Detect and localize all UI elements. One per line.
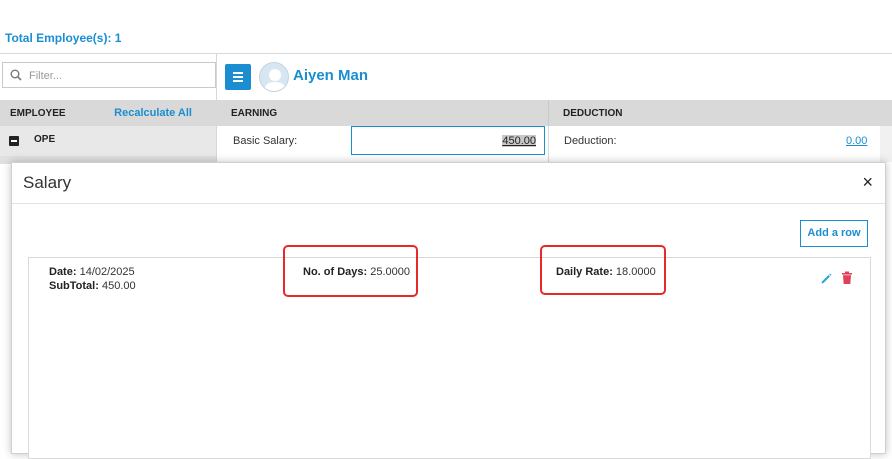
basic-salary-value: 450.00 [502, 135, 536, 147]
rate-field: Daily Rate: 18.0000 [556, 266, 656, 278]
deduction-header: DEDUCTION [548, 100, 892, 126]
employee-name: Aiyen Man [293, 67, 369, 84]
date-value: 14/02/2025 [79, 266, 135, 278]
avatar [259, 62, 289, 92]
user-avatar-icon [264, 69, 286, 91]
rate-label: Daily Rate: [556, 266, 613, 278]
deduction-header-label: DEDUCTION [563, 108, 623, 119]
add-row-button[interactable]: Add a row [800, 220, 868, 247]
scrollbar[interactable] [880, 126, 892, 162]
employee-group-row[interactable]: OPE [0, 126, 216, 156]
total-employees-label: Total Employee(s): 1 [5, 31, 122, 45]
menu-icon-bar [233, 80, 243, 82]
deduction-value-link[interactable]: 0.00 [846, 135, 867, 147]
menu-icon-bar [233, 72, 243, 74]
modal-title: Salary [23, 173, 72, 192]
basic-salary-input[interactable]: 450.00 [351, 126, 545, 155]
days-field: No. of Days: 25.0000 [303, 266, 410, 278]
filter-box[interactable] [2, 62, 216, 88]
rate-value: 18.0000 [615, 266, 656, 278]
pencil-icon[interactable] [820, 272, 833, 285]
deduction-divider [548, 126, 549, 162]
employee-list-header: EMPLOYEE Recalculate All [0, 100, 216, 126]
collapse-icon[interactable] [9, 136, 19, 146]
filter-input[interactable] [27, 65, 211, 87]
modal-header: Salary × [12, 163, 885, 204]
top-divider [0, 53, 892, 54]
earning-header-label: EARNING [231, 108, 278, 119]
search-icon [10, 69, 22, 81]
recalculate-all-link[interactable]: Recalculate All [114, 107, 192, 119]
salary-modal: Salary × Add a row Date: 14/02/2025 SubT… [11, 162, 886, 459]
employee-column-label: EMPLOYEE [10, 108, 66, 119]
menu-icon-bar [233, 76, 243, 78]
basic-salary-label: Basic Salary: [233, 135, 298, 147]
days-value: 25.0000 [370, 266, 411, 278]
subtotal-value: 450.00 [101, 280, 136, 292]
earning-header: EARNING [217, 100, 548, 126]
menu-button[interactable] [225, 64, 251, 90]
employee-group-label: OPE [34, 134, 56, 145]
deduction-label: Deduction: [564, 135, 617, 147]
salary-entry-card: Date: 14/02/2025 SubTotal: 450.00 No. of… [28, 245, 871, 459]
trash-icon[interactable] [841, 271, 853, 285]
days-label: No. of Days: [303, 266, 368, 278]
close-icon[interactable]: × [862, 173, 873, 191]
subtotal-label: SubTotal: [49, 280, 99, 292]
subtotal-field: SubTotal: 450.00 [49, 280, 136, 292]
date-label: Date: [49, 266, 77, 278]
date-field: Date: 14/02/2025 [49, 266, 135, 278]
